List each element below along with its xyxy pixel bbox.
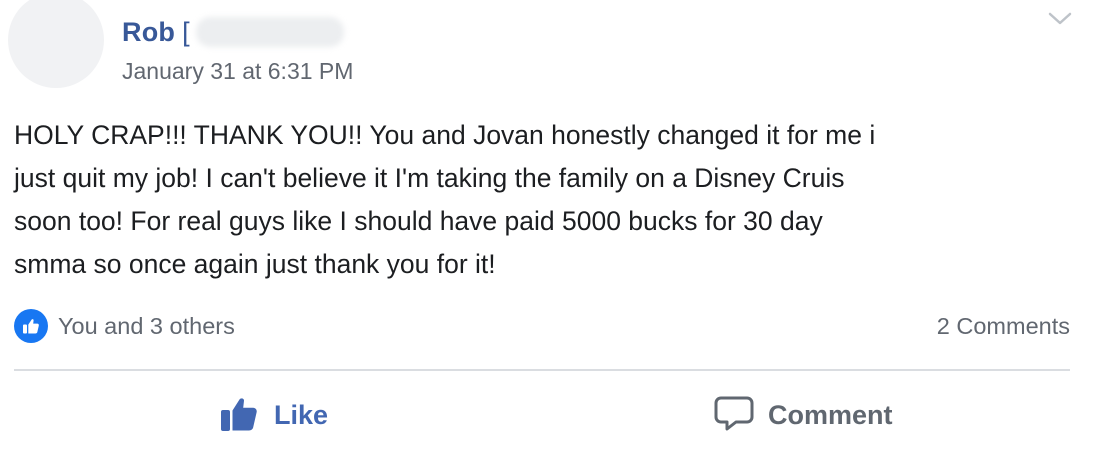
speech-bubble-icon: [714, 393, 754, 438]
reaction-summary[interactable]: You and 3 others: [14, 309, 235, 343]
reactions-row: You and 3 others 2 Comments: [14, 308, 1070, 344]
avatar[interactable]: [8, 0, 104, 88]
post-body: HOLY CRAP!!! THANK YOU!! You and Jovan h…: [14, 120, 876, 279]
comment-button[interactable]: Comment: [714, 390, 893, 440]
chevron-down-icon[interactable]: [1046, 8, 1074, 30]
post-header: Rob [: [122, 14, 344, 50]
thumbs-up-icon: [218, 393, 260, 438]
divider: [14, 369, 1070, 371]
author-name[interactable]: Rob: [122, 17, 175, 48]
post-timestamp[interactable]: January 31 at 6:31 PM: [122, 58, 353, 85]
author-name-fragment: [: [182, 16, 190, 47]
reaction-count-text: You and 3 others: [58, 312, 235, 339]
comment-button-label: Comment: [768, 399, 893, 430]
facebook-post: Rob [ January 31 at 6:31 PM HOLY CRAP!!!…: [0, 0, 1108, 459]
comments-count-link[interactable]: 2 Comments: [937, 313, 1070, 340]
redacted-name-blur: [195, 17, 344, 47]
like-button-label: Like: [274, 399, 329, 430]
like-reaction-icon: [14, 309, 48, 343]
like-button[interactable]: Like: [218, 390, 328, 440]
